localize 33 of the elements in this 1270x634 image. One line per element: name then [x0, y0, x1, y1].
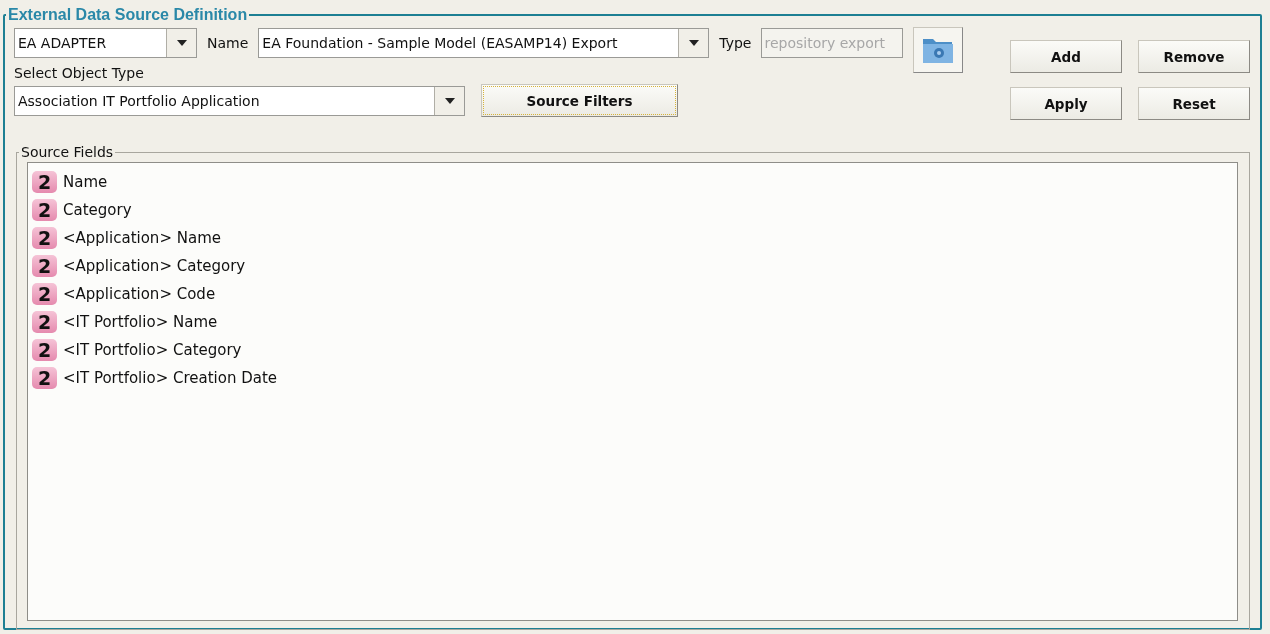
- caret-icon: [176, 40, 187, 46]
- source-field-item[interactable]: Category: [63, 201, 132, 219]
- name-label: Name: [206, 35, 250, 51]
- object-type-dropdown[interactable]: Association IT Portfolio Application: [14, 85, 465, 116]
- source-filters-button[interactable]: Source Filters: [481, 84, 678, 117]
- caret-icon: [444, 97, 455, 104]
- number-badge: 2: [32, 199, 57, 221]
- number-badge: 2: [32, 339, 57, 361]
- object-type-label: Select Object Type: [14, 65, 145, 81]
- panel-title: External Data Source Definition: [7, 6, 249, 24]
- name-dropdown[interactable]: EA Foundation - Sample Model (EASAMP14) Export: [258, 28, 710, 58]
- source-field-item[interactable]: <IT Portfolio> Creation Date: [63, 369, 278, 387]
- source-field-item[interactable]: <IT Portfolio> Name: [63, 313, 218, 331]
- caret-icon: [688, 40, 699, 46]
- source-field-item[interactable]: <IT Portfolio> Category: [63, 341, 242, 359]
- source-fields-title: Source Fields: [20, 144, 115, 160]
- number-badge: 2: [32, 171, 57, 193]
- action-button[interactable]: Apply: [1010, 87, 1122, 120]
- number-badge: 2: [32, 283, 57, 305]
- number-badge: 2: [32, 227, 57, 249]
- source-field-item[interactable]: <Application> Code: [63, 285, 216, 303]
- folder-button[interactable]: [913, 27, 964, 73]
- number-badge: 2: [32, 311, 57, 333]
- adapter-dropdown[interactable]: EA ADAPTER: [14, 28, 197, 58]
- source-field-item[interactable]: <Application> Name: [63, 229, 221, 247]
- source-field-item[interactable]: Name: [63, 173, 108, 191]
- action-button[interactable]: Add: [1010, 40, 1122, 73]
- type-label: Type: [718, 35, 753, 51]
- action-button[interactable]: Remove: [1138, 40, 1250, 73]
- number-badge: 2: [32, 255, 57, 277]
- action-button[interactable]: Reset: [1138, 87, 1250, 120]
- number-badge: 2: [32, 367, 57, 389]
- source-field-item[interactable]: <Application> Category: [63, 257, 246, 275]
